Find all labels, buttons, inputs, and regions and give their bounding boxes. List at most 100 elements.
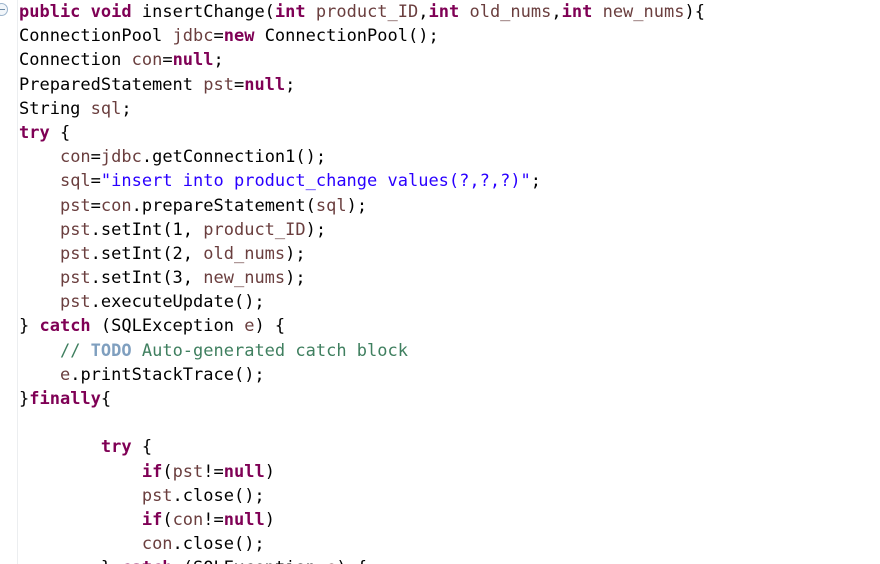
code-token: pst [172, 461, 204, 482]
code-line: con=jdbc.getConnection1(); [19, 145, 880, 169]
code-token: product_ID [315, 2, 419, 22]
code-line: Connection con=null; [19, 48, 880, 72]
code-token: = [233, 74, 245, 95]
code-line: pst.close(); [19, 484, 880, 508]
collapse-fold-circle-icon[interactable] [0, 3, 8, 16]
code-token: try [19, 122, 50, 143]
code-token: jdbc [172, 26, 214, 47]
code-token: Auto-generated catch block [131, 340, 408, 361]
code-token: = [162, 50, 173, 71]
code-line: } catch (SQLException e) { [19, 556, 880, 564]
code-token: = [213, 26, 224, 47]
code-token: null [223, 461, 265, 482]
code-token: e [326, 558, 336, 564]
code-line: e.printStackTrace(); [19, 363, 880, 387]
code-editor-view: public void insertChange( int product_ID,… [0, 0, 880, 564]
code-line: if(con!=null) [19, 508, 880, 532]
code-token: { [131, 437, 153, 458]
code-token: pst [59, 243, 91, 264]
code-token: sql [90, 98, 122, 119]
folding-gutter[interactable] [0, 0, 18, 564]
code-line: pst.setInt(1, product_ID); [19, 218, 880, 242]
code-token: ){ [684, 2, 705, 22]
code-token: .printStackTrace(); [70, 364, 265, 385]
code-token: pst [59, 195, 91, 216]
code-token: finally [29, 389, 101, 409]
code-token: int [428, 2, 460, 22]
code-line: }finally{ [19, 387, 880, 411]
code-line: pst.setInt(3, new_nums); [19, 266, 880, 290]
code-token: public [19, 2, 81, 22]
code-token: PreparedStatement [19, 74, 204, 95]
code-token: (SQLException [90, 316, 245, 337]
code-token: "insert into product_change values(?,?,?… [100, 171, 531, 192]
code-token: con [141, 534, 173, 555]
code-token: ) [264, 509, 275, 530]
code-token: try [100, 437, 132, 458]
code-token: .setInt(2, [90, 243, 204, 264]
code-line: public void insertChange( int product_ID,… [19, 0, 880, 24]
code-token: , [551, 2, 562, 22]
code-token: ( [162, 509, 173, 530]
code-token: ) [264, 461, 275, 482]
code-token: new_nums [602, 2, 685, 22]
code-token: e [59, 364, 71, 385]
code-token: if [141, 509, 163, 530]
code-token: ); [346, 195, 368, 216]
code-token: ; [121, 98, 132, 119]
code-line: PreparedStatement pst=null; [19, 73, 880, 97]
code-token: if [141, 461, 163, 482]
code-line: pst=con.prepareStatement(sql); [19, 194, 880, 218]
code-token: } [19, 389, 30, 409]
code-token: catch [39, 316, 91, 337]
code-line: ConnectionPool jdbc=new ConnectionPool()… [19, 24, 880, 48]
code-token: void [90, 2, 132, 22]
code-token: con [172, 509, 204, 530]
code-token: .close(); [172, 485, 265, 506]
code-token: != [203, 509, 224, 530]
code-line: try { [19, 121, 880, 145]
code-token: new_nums [203, 268, 286, 289]
code-token: ; [285, 74, 296, 95]
code-token: ) { [254, 316, 286, 337]
code-token: != [203, 461, 224, 482]
code-token: pst [203, 74, 234, 95]
code-token: ) { [336, 558, 367, 564]
code-token: ConnectionPool(); [254, 26, 439, 47]
code-token: { [100, 389, 112, 409]
code-token: jdbc [100, 147, 142, 168]
code-line: try { [19, 435, 880, 459]
code-token: ; [530, 171, 542, 192]
code-token: ; [213, 50, 224, 71]
code-token: sql [315, 195, 347, 216]
code-token: null [223, 509, 265, 530]
code-line: pst.setInt(2, old_nums); [19, 242, 880, 266]
code-token: pst [59, 268, 91, 289]
code-token: } [19, 316, 40, 337]
code-token: // [59, 340, 91, 361]
code-token: null [244, 74, 286, 95]
code-token: ); [285, 268, 306, 289]
code-token: ); [305, 219, 327, 240]
code-token: insertChange( [131, 2, 275, 22]
code-line [19, 411, 880, 435]
code-token: pst [59, 292, 91, 313]
code-token: = [90, 195, 101, 216]
code-line: String sql; [19, 97, 880, 121]
code-token: old_nums [203, 243, 286, 264]
code-token: pst [141, 485, 173, 506]
code-token: old_nums [469, 2, 552, 22]
code-text-area[interactable]: public void insertChange( int product_ID,… [19, 0, 880, 564]
